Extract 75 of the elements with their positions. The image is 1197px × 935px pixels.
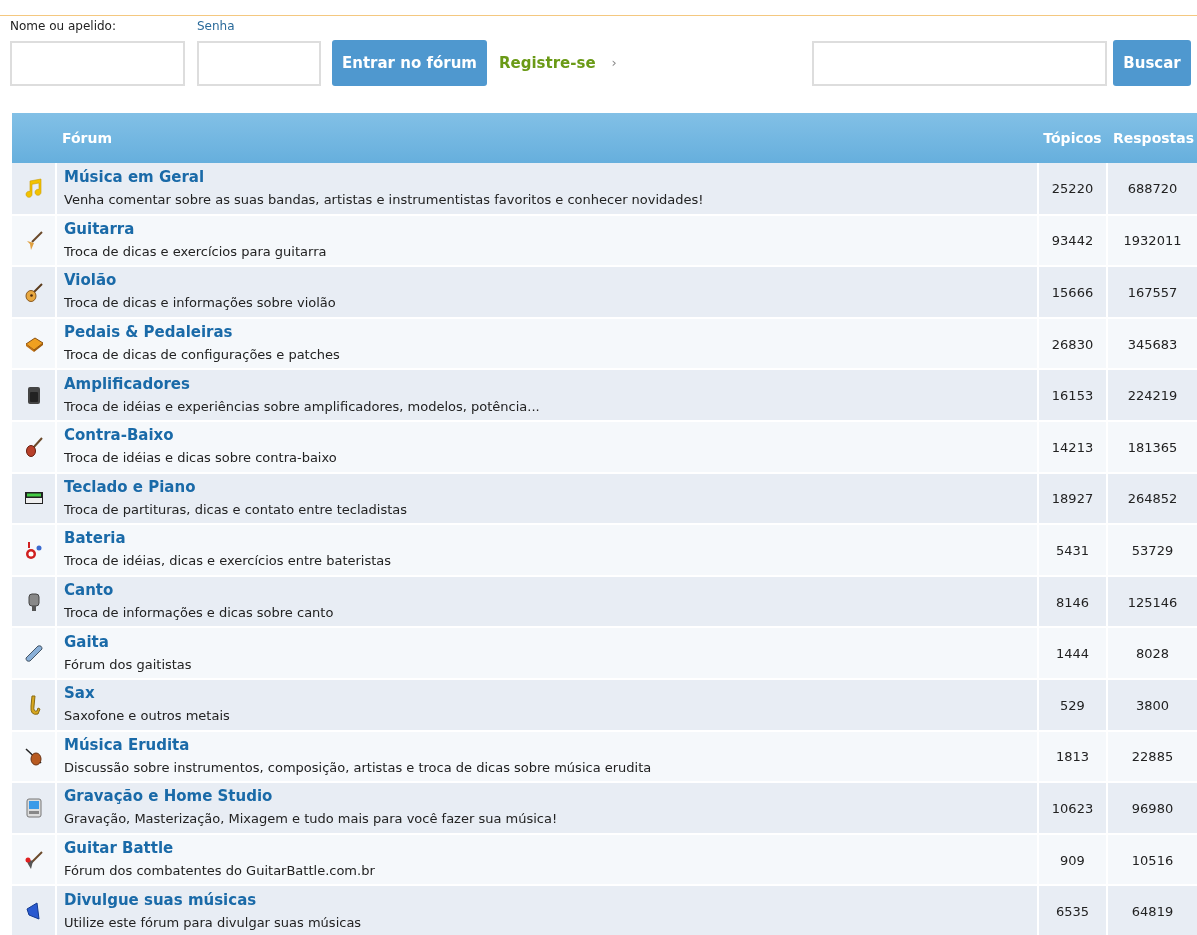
forum-title-link[interactable]: Pedais & Pedaleiras xyxy=(64,323,233,342)
search-field[interactable] xyxy=(812,41,1107,86)
topics-count: 6535 xyxy=(1055,904,1090,920)
register-link[interactable]: Registre-se xyxy=(499,40,596,86)
forum-description: Troca de idéias, dicas e exercícios entre bateristas xyxy=(64,553,392,569)
forum-title-link[interactable]: Amplificadores xyxy=(64,374,190,393)
forum-description: Fórum dos gaitistas xyxy=(64,656,192,672)
topics-count: 5431 xyxy=(1055,542,1090,558)
column-header: Fórum xyxy=(56,113,1038,163)
column-header: Tópicos xyxy=(1038,113,1107,163)
replies-count: 345683 xyxy=(1127,336,1178,352)
topics-count: 14213 xyxy=(1051,439,1094,455)
forum-description: Saxofone e outros metais xyxy=(64,708,230,724)
topics-count: 909 xyxy=(1060,852,1085,868)
replies-count: 264852 xyxy=(1127,491,1178,507)
arrow-icon: › xyxy=(611,40,617,86)
forum-description: Troca de dicas e exercícios para guitarra xyxy=(64,243,327,259)
topics-count: 529 xyxy=(1060,697,1085,713)
forum-title-link[interactable]: Guitarra xyxy=(64,219,135,238)
replies-count: 224219 xyxy=(1127,388,1178,404)
forum-title-link[interactable]: Bateria xyxy=(64,529,126,548)
forum-title-link[interactable]: Sax xyxy=(64,684,95,703)
forum-title-link[interactable]: Gravação e Home Studio xyxy=(64,787,273,806)
replies-count: 181365 xyxy=(1127,439,1178,455)
password-field[interactable] xyxy=(197,41,321,86)
topics-count: 10623 xyxy=(1051,800,1094,816)
forum-title-link[interactable]: Teclado e Piano xyxy=(64,477,196,496)
topics-count: 25220 xyxy=(1051,181,1094,197)
replies-count: 22885 xyxy=(1131,749,1174,765)
replies-count: 3800 xyxy=(1135,697,1170,713)
search-button[interactable]: Buscar xyxy=(1113,40,1191,86)
forum-description: Troca de idéias e experiências sobre amplificadores, modelos, potência... xyxy=(64,398,540,414)
replies-count: 96980 xyxy=(1131,800,1174,816)
topics-count: 93442 xyxy=(1051,233,1094,249)
forum-description: Fórum dos combatentes do GuitarBattle.com.br xyxy=(64,863,375,878)
topics-count: 16153 xyxy=(1051,388,1094,404)
forum-description: Troca de dicas e informações sobre violão xyxy=(64,295,336,311)
forum-title-link[interactable]: Música Erudita xyxy=(64,735,190,754)
name-field[interactable] xyxy=(10,41,185,86)
topics-count: 8146 xyxy=(1055,594,1090,610)
topics-count: 1444 xyxy=(1055,646,1090,662)
forum-title-link[interactable]: Música em Geral xyxy=(64,167,205,186)
replies-count: 167557 xyxy=(1127,285,1178,300)
forum-title-link[interactable]: Gaita xyxy=(64,632,109,651)
replies-count: 64819 xyxy=(1131,904,1174,920)
forum-description: Gravação, Masterização, Mixagem e tudo mais para você fazer sua música! xyxy=(64,811,558,827)
topics-count: 1813 xyxy=(1055,749,1090,765)
forum-description: Troca de idéias e dicas sobre contra-baixo xyxy=(64,450,337,466)
forum-description: Troca de informações e dicas sobre canto xyxy=(64,605,334,621)
replies-count: 125146 xyxy=(1127,594,1178,610)
replies-count: 1932011 xyxy=(1123,233,1182,249)
name-label: Nome ou apelido: xyxy=(10,18,117,35)
forum-title-link[interactable]: Contra-Baixo xyxy=(64,426,174,445)
music-note-icon xyxy=(22,177,45,200)
forum-description: Utilize este fórum para divulgar suas músicas xyxy=(64,914,362,930)
forum-title-link[interactable]: Violão xyxy=(64,271,117,290)
forum-title-link[interactable]: Canto xyxy=(64,581,114,600)
forum-description: Discussão sobre instrumentos, composição, artistas e troca de dicas sobre música erudita xyxy=(64,759,652,775)
forum-description: Venha comentar sobre as suas bandas, artistas e instrumentistas favoritos e conhecer novidades! xyxy=(64,191,704,207)
replies-count: 8028 xyxy=(1135,646,1170,662)
replies-count: 53729 xyxy=(1131,542,1174,558)
forum-title-link[interactable]: Divulgue suas músicas xyxy=(64,890,257,909)
harmonica-icon xyxy=(22,642,45,665)
topics-count: 15666 xyxy=(1051,285,1094,300)
column-header: Respostas xyxy=(1107,113,1197,163)
forum-description: Troca de partituras, dicas e contato entre tecladistas xyxy=(64,501,408,517)
topics-count: 26830 xyxy=(1051,336,1094,352)
forum-description: Troca de dicas de configurações e patches xyxy=(64,347,340,363)
replies-count: 10516 xyxy=(1131,852,1174,868)
guitar-icon xyxy=(22,281,45,303)
replies-count: 688720 xyxy=(1127,181,1178,197)
forum-title-link[interactable]: Guitar Battle xyxy=(64,839,174,857)
login-button[interactable]: Entrar no fórum xyxy=(332,40,487,86)
password-label: Senha xyxy=(197,18,236,35)
topics-count: 18927 xyxy=(1051,491,1094,507)
